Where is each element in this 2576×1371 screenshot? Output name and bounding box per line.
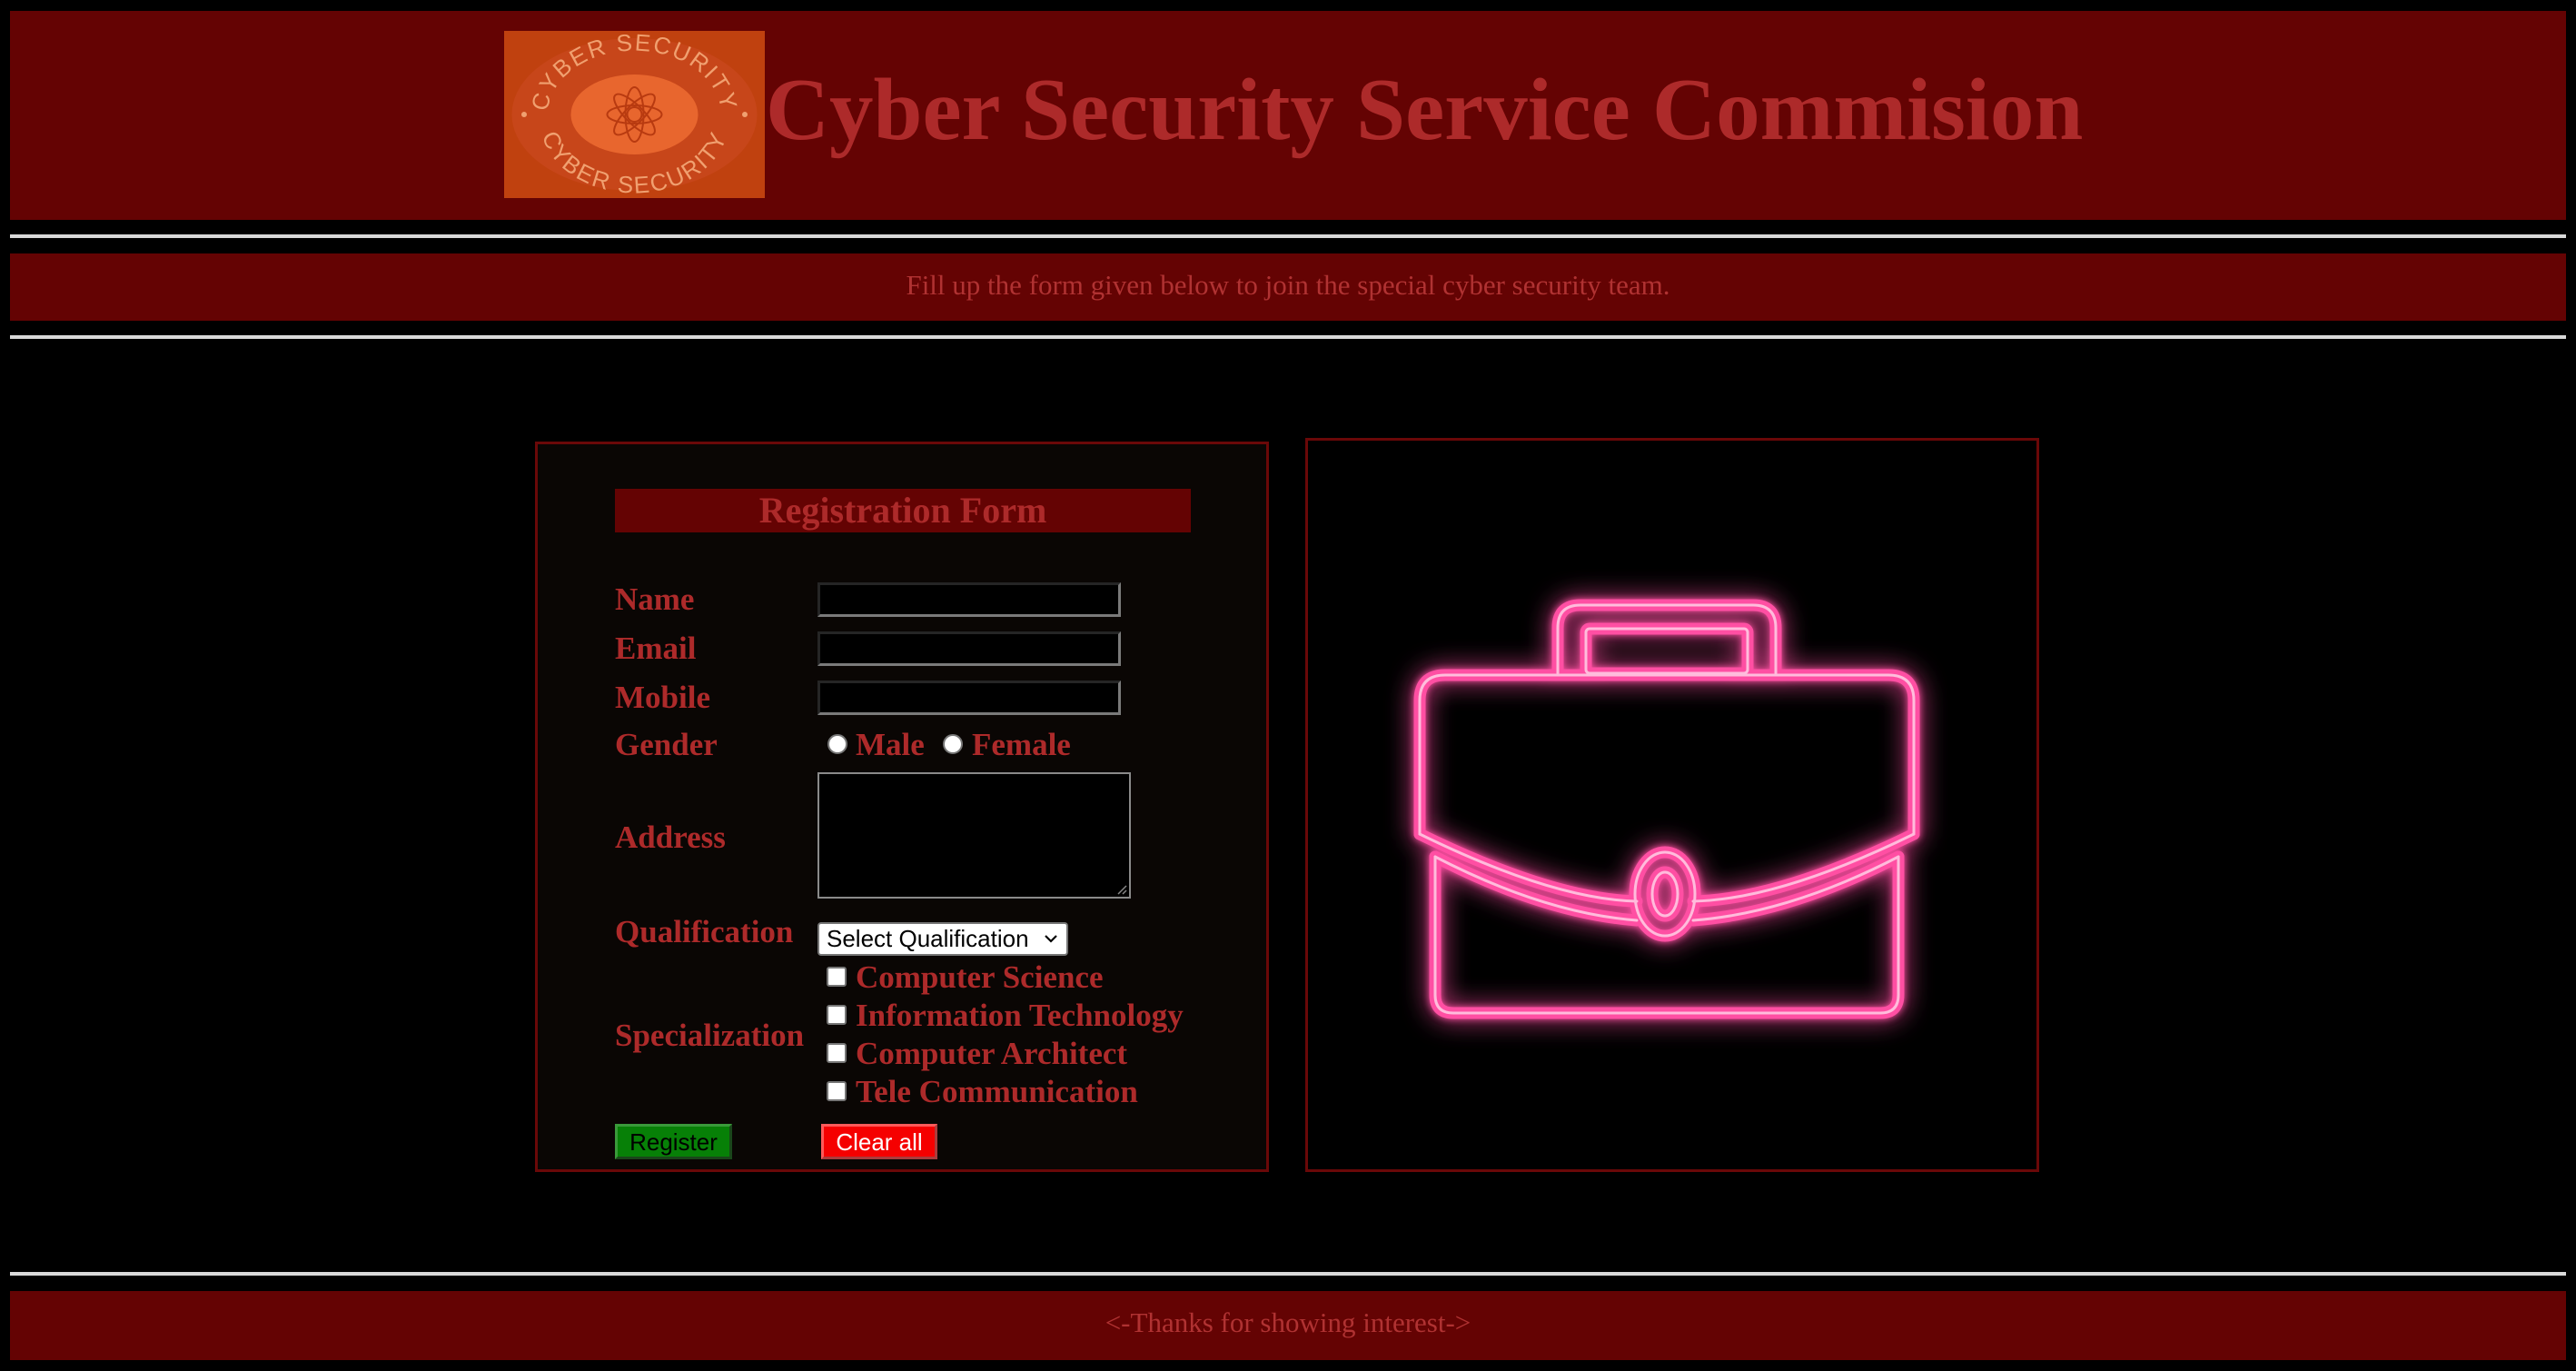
divider [10,335,2566,339]
gender-male-label: Male [856,727,925,762]
spec-computer-science-label: Computer Science [856,959,1104,995]
address-textarea[interactable] [817,772,1131,899]
site-title: Cyber Security Service Commision [766,61,2084,158]
address-label: Address [615,820,726,855]
register-button[interactable]: Register [615,1124,732,1159]
gender-label: Gender [615,727,718,762]
qualification-label: Qualification [615,914,794,949]
specialization-label: Specialization [615,1018,805,1053]
briefcase-icon [1413,599,1920,1019]
mobile-label: Mobile [615,680,710,715]
spec-information-technology-label: Information Technology [856,998,1184,1033]
divider [10,1272,2566,1276]
divider [10,234,2566,238]
subheader-banner: Fill up the form given below to join the… [10,253,2566,321]
subheader-text: Fill up the form given below to join the… [906,269,1670,301]
name-input[interactable] [817,582,1121,617]
spec-computer-architect-label: Computer Architect [856,1036,1128,1071]
clear-all-button[interactable]: Clear all [821,1124,937,1159]
spec-tele-communication-checkbox[interactable] [827,1081,847,1101]
gender-female-label: Female [972,727,1071,762]
spec-computer-architect-checkbox[interactable] [827,1043,847,1063]
cyber-security-logo: CYBER SECURITY CYBER SECURITY [504,31,765,198]
spec-tele-communication-label: Tele Communication [856,1074,1138,1109]
email-input[interactable] [817,631,1121,666]
gender-male-radio[interactable] [827,734,847,754]
spec-information-technology-checkbox[interactable] [827,1005,847,1025]
qualification-select[interactable]: Select Qualification [817,922,1068,956]
site-footer: <-Thanks for showing interest-> [10,1291,2566,1360]
footer-text: <-Thanks for showing interest-> [1105,1306,1471,1338]
name-label: Name [615,581,695,617]
mobile-input[interactable] [817,681,1121,715]
registration-form: Registration Form Name Email Mobile Gend… [535,442,1269,1172]
site-header: CYBER SECURITY CYBER SECURITY Cyber Secu… [10,11,2566,220]
chevron-down-icon [1043,924,1059,961]
resize-grip-icon[interactable] [1116,884,1127,895]
image-panel [1305,438,2039,1172]
qualification-selected-value: Select Qualification [827,925,1029,952]
form-title: Registration Form [615,489,1191,532]
email-label: Email [615,631,697,666]
gender-female-radio[interactable] [943,734,963,754]
spec-computer-science-checkbox[interactable] [827,967,847,987]
